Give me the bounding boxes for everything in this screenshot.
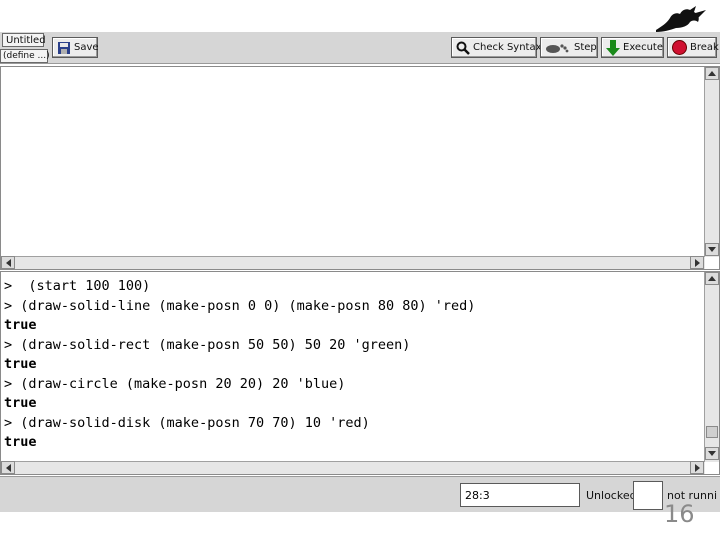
- interactions-scroll-left-arrow[interactable]: [1, 461, 15, 474]
- triangle-down-icon: [708, 451, 716, 456]
- repl-result: true: [4, 356, 37, 372]
- save-button[interactable]: Save: [52, 37, 99, 58]
- repl-line: > (draw-circle (make-posn 20 20) 20 'blu…: [4, 375, 346, 392]
- repl-line: > (start 100 100): [4, 278, 151, 294]
- lock-indicator-box[interactable]: [633, 481, 663, 510]
- interactions-scroll-right-arrow[interactable]: [690, 461, 704, 474]
- interactions-scroll-down-arrow[interactable]: [705, 447, 719, 460]
- check-syntax-label: Check Syntax: [473, 42, 542, 53]
- triangle-left-icon: [5, 258, 11, 267]
- execute-arrow-icon: [606, 39, 620, 56]
- definitions-scroll-left-arrow[interactable]: [1, 256, 15, 269]
- break-button[interactable]: Break: [667, 37, 719, 58]
- break-label: Break: [690, 42, 719, 53]
- lock-status[interactable]: Unlocked: [586, 489, 637, 502]
- repl-line: > (draw-solid-line (make-posn 0 0) (make…: [4, 297, 476, 314]
- triangle-right-icon: [694, 258, 700, 267]
- interactions-scroll-up-arrow[interactable]: [705, 272, 719, 285]
- definitions-vertical-scrollbar[interactable]: [704, 67, 719, 257]
- repl-result: true: [4, 434, 37, 450]
- file-name-button[interactable]: Untitled: [2, 33, 46, 47]
- execute-button[interactable]: Execute: [601, 37, 664, 58]
- repl-line: > (draw-solid-disk (make-posn 70 70) 10 …: [4, 414, 370, 431]
- triangle-up-icon: [708, 71, 716, 76]
- interactions-scroll-thumb[interactable]: [706, 426, 718, 438]
- triangle-down-icon: [708, 247, 716, 252]
- step-label: Step: [574, 42, 597, 53]
- execute-label: Execute: [623, 42, 663, 53]
- repl-result: true: [4, 317, 37, 333]
- definitions-pane[interactable]: [0, 66, 720, 270]
- repl-line: > (draw-solid-rect (make-posn 50 50) 50 …: [4, 336, 411, 353]
- magnifier-icon: [456, 41, 470, 55]
- define-menu[interactable]: (define ...): [0, 49, 50, 63]
- triangle-left-icon: [5, 463, 11, 472]
- step-button[interactable]: Step: [540, 37, 598, 58]
- definitions-horizontal-scrollbar[interactable]: [1, 256, 705, 269]
- definitions-scroll-right-arrow[interactable]: [690, 256, 704, 269]
- footprints-icon: [546, 43, 569, 53]
- definitions-scroll-up-arrow[interactable]: [705, 67, 719, 80]
- save-icon: [58, 41, 70, 54]
- triangle-right-icon: [694, 463, 700, 472]
- triangle-up-icon: [708, 276, 716, 281]
- check-syntax-button[interactable]: Check Syntax: [451, 37, 542, 58]
- definitions-scroll-down-arrow[interactable]: [705, 243, 719, 256]
- repl-result: true: [4, 395, 37, 411]
- repl-transcript: > (start 100 100) > (draw-solid-line (ma…: [4, 277, 694, 453]
- stop-icon: [672, 40, 687, 55]
- interactions-horizontal-scrollbar[interactable]: [1, 461, 705, 474]
- drscheme-logo-icon: [652, 4, 708, 34]
- cursor-position-field: 28:3: [460, 483, 580, 507]
- slide-page-number: 16: [664, 500, 695, 528]
- save-label: Save: [74, 42, 99, 53]
